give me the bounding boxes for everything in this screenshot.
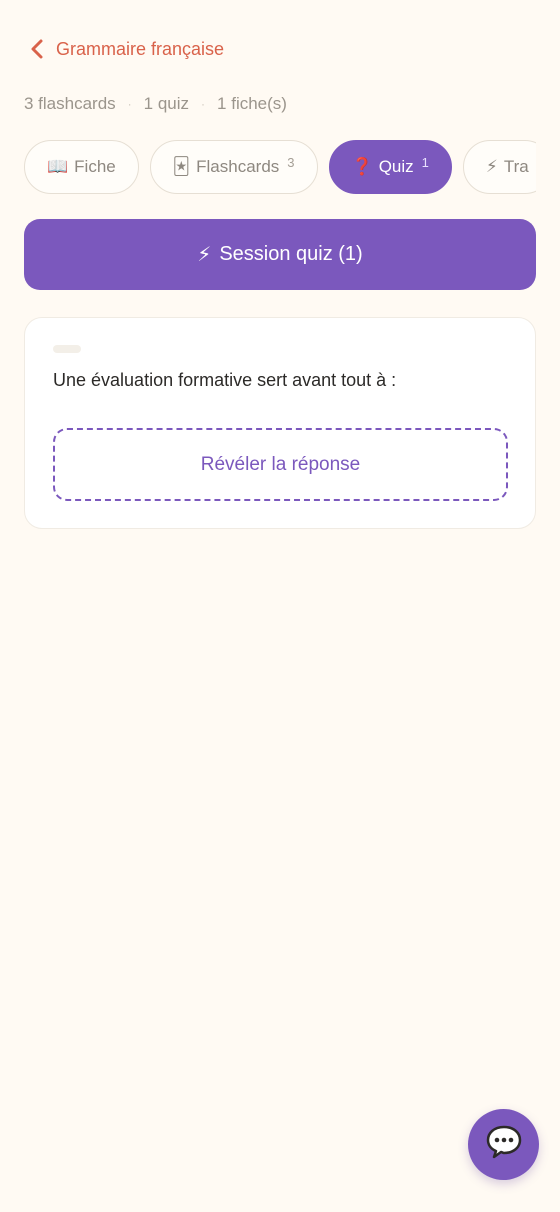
tab-label: Fiche (74, 157, 116, 176)
quiz-question: Une évaluation formative sert avant tout… (53, 370, 397, 390)
start-quiz-session-button[interactable]: ⚡ Session quiz (1) (24, 219, 536, 290)
stat-flashcards: 3 flashcards (24, 94, 116, 113)
book-icon: 📖 (47, 157, 69, 176)
card-icon: 🃏 (172, 157, 191, 176)
deck-stats: 3 flashcards · 1 quiz · 1 fiche(s) (24, 94, 287, 114)
tab-label: Tra (503, 157, 529, 176)
tab-label: Quiz (378, 157, 414, 176)
reveal-answer-label: Révéler la réponse (200, 453, 361, 475)
stat-fiches: 1 fiche(s) (217, 94, 287, 113)
tab-count: 3 (287, 154, 295, 170)
tabs-scroller[interactable]: 📖 Fiche 🃏 Flashcards 3 ❓ Quiz 1 ⚡ Tra (24, 140, 536, 196)
tab-label: Flashcards (196, 157, 280, 176)
quiz-card: Une évaluation formative sert avant tout… (24, 317, 536, 529)
tab-count: 1 (421, 154, 429, 170)
chevron-left-icon (28, 36, 46, 62)
question-mark-icon: ❓ (351, 157, 373, 176)
tab-bar: 📖 Fiche 🃏 Flashcards 3 ❓ Quiz 1 ⚡ Tra (24, 140, 536, 194)
chat-button[interactable] (468, 1109, 539, 1180)
lightning-icon: ⚡ (485, 157, 498, 176)
tab-quiz[interactable]: ❓ Quiz 1 (328, 140, 452, 194)
tab-fiche[interactable]: 📖 Fiche (24, 140, 139, 194)
chat-bubble-icon (485, 1124, 523, 1165)
back-link[interactable]: Grammaire française (28, 36, 224, 62)
tab-training[interactable]: ⚡ Tra (462, 140, 536, 194)
card-tag-placeholder (53, 345, 81, 353)
lightning-icon: ⚡ (197, 244, 212, 266)
back-link-label: Grammaire française (56, 38, 225, 59)
tab-flashcards[interactable]: 🃏 Flashcards 3 (149, 140, 318, 194)
reveal-answer-button[interactable]: Révéler la réponse (53, 428, 508, 501)
stat-separator: · (127, 97, 132, 111)
page: Grammaire française 3 flashcards · 1 qui… (0, 0, 560, 1212)
stat-quiz: 1 quiz (143, 94, 190, 113)
stat-separator: · (201, 97, 206, 111)
session-button-label: Session quiz (1) (219, 243, 363, 265)
